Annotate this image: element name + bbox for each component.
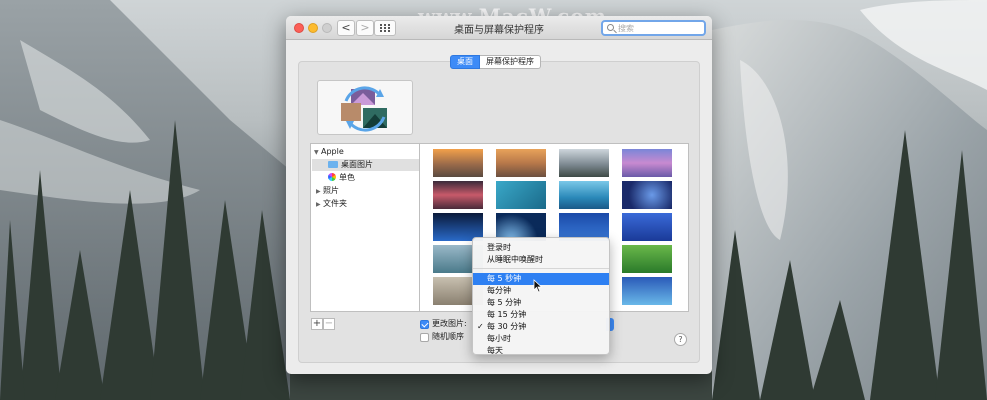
mouse-pointer-icon — [533, 279, 543, 293]
source-group-apple[interactable]: ▼ Apple — [314, 146, 344, 158]
menu-item-every-15-minutes[interactable]: 每 15 分钟 — [473, 309, 609, 321]
source-group-folders[interactable]: ▶ 文件夹 — [316, 198, 347, 210]
menu-item-label: 每天 — [487, 346, 503, 355]
disclosure-closed-icon: ▶ — [316, 201, 321, 208]
menu-item-label: 登录时 — [487, 243, 511, 252]
wallpaper-thumbnail[interactable] — [622, 149, 672, 177]
checkmark-icon: ✓ — [477, 322, 484, 331]
disclosure-closed-icon: ▶ — [316, 188, 321, 195]
change-picture-label: 更改图片: — [432, 319, 467, 328]
wallpaper-thumbnail[interactable] — [559, 149, 609, 177]
remove-folder-button[interactable]: − — [323, 318, 335, 330]
menu-item-at-login[interactable]: 登录时 — [473, 242, 609, 254]
menu-item-every-30-minutes[interactable]: ✓ 每 30 分钟 — [473, 321, 609, 333]
segmented-tabs: 桌面 屏幕保护程序 — [450, 55, 541, 69]
source-item-desktop-pictures[interactable]: 桌面图片 — [312, 159, 419, 171]
wallpaper-thumbnail[interactable] — [433, 181, 483, 209]
wallpaper-thumbnail[interactable] — [622, 277, 672, 305]
wallpaper-thumbnail[interactable] — [433, 149, 483, 177]
menu-separator — [473, 268, 609, 269]
source-group-label: 照片 — [323, 186, 339, 195]
help-button[interactable]: ? — [674, 333, 687, 346]
color-wheel-icon — [328, 173, 336, 181]
random-order-checkbox[interactable] — [420, 333, 429, 342]
menu-item-every-hour[interactable]: 每小时 — [473, 333, 609, 345]
interval-dropdown-menu: 登录时 从睡眠中唤醒时 每 5 秒钟 每分钟 每 5 分钟 每 15 分钟 ✓ 每… — [472, 237, 610, 355]
source-item-label: 桌面图片 — [341, 160, 373, 169]
wallpaper-thumbnail[interactable] — [496, 149, 546, 177]
change-picture-checkbox[interactable] — [420, 320, 429, 329]
wallpaper-thumbnail[interactable] — [559, 181, 609, 209]
search-icon — [607, 24, 614, 31]
source-group-photos[interactable]: ▶ 照片 — [316, 185, 339, 197]
wallpaper-thumbnail[interactable] — [622, 245, 672, 273]
search-placeholder: 搜索 — [618, 24, 634, 33]
menu-item-label: 每 15 分钟 — [487, 310, 527, 319]
source-item-label: 单色 — [339, 173, 355, 182]
source-item-solid-colors[interactable]: 单色 — [328, 172, 355, 184]
menu-item-on-wake[interactable]: 从睡眠中唤醒时 — [473, 254, 609, 266]
tab-screensaver[interactable]: 屏幕保护程序 — [480, 55, 541, 69]
source-group-label: 文件夹 — [323, 199, 347, 208]
wallpaper-thumbnail[interactable] — [622, 181, 672, 209]
disclosure-open-icon: ▼ — [314, 149, 319, 156]
wallpaper-thumbnail[interactable] — [622, 213, 672, 241]
add-folder-button[interactable]: + — [311, 318, 323, 330]
tab-desktop[interactable]: 桌面 — [450, 55, 480, 69]
menu-item-label: 每小时 — [487, 334, 511, 343]
current-wallpaper-preview — [317, 80, 413, 135]
menu-item-label: 每 5 秒钟 — [487, 274, 522, 283]
menu-item-label: 每 30 分钟 — [487, 322, 527, 331]
menu-item-label: 从睡眠中唤醒时 — [487, 255, 543, 264]
search-field[interactable]: 搜索 — [601, 20, 706, 36]
menu-item-label: 每分钟 — [487, 286, 511, 295]
source-list: ▼ Apple 桌面图片 单色 ▶ 照片 ▶ 文件夹 — [310, 143, 420, 312]
title-bar[interactable]: < > 桌面与屏幕保护程序 搜索 — [286, 16, 712, 40]
folder-icon — [328, 161, 338, 168]
wallpaper-thumbnail[interactable] — [496, 181, 546, 209]
menu-item-every-5-minutes[interactable]: 每 5 分钟 — [473, 297, 609, 309]
menu-item-label: 每 5 分钟 — [487, 298, 522, 307]
source-group-label: Apple — [321, 147, 344, 156]
rotation-arrows-icon — [341, 86, 387, 132]
menu-item-every-day[interactable]: 每天 — [473, 345, 609, 357]
random-order-label: 随机顺序 — [432, 332, 464, 341]
